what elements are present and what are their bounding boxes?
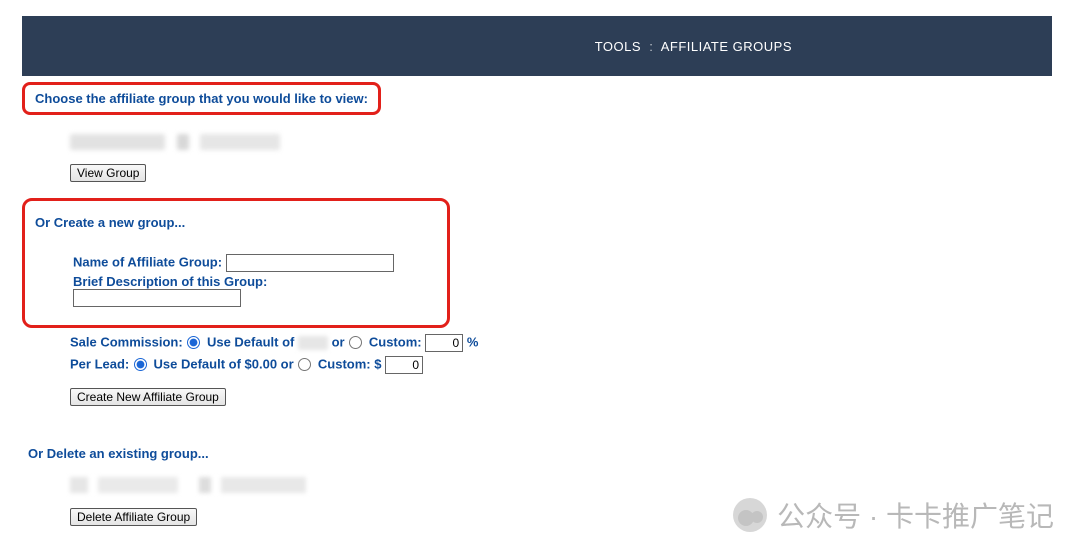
- redacted-del-4: [221, 477, 306, 493]
- lead-custom-input[interactable]: [385, 356, 423, 374]
- redacted-spacer: [177, 134, 189, 150]
- desc-row: Brief Description of this Group:: [73, 274, 437, 307]
- view-group-button[interactable]: View Group: [70, 164, 146, 182]
- delete-group-button[interactable]: Delete Affiliate Group: [70, 508, 197, 526]
- sale-custom-radio[interactable]: [349, 336, 362, 349]
- sale-default-prefix: Use Default of: [207, 334, 294, 349]
- lead-default-text: Use Default of $0.00 or: [154, 356, 294, 371]
- view-group-select-row: [70, 133, 1074, 150]
- sale-default-value-redacted: [298, 336, 328, 350]
- breadcrumb-tools[interactable]: TOOLS: [595, 39, 641, 54]
- lead-default-radio[interactable]: [134, 358, 147, 371]
- commission-block: Sale Commission: Use Default of or Custo…: [70, 334, 1074, 406]
- redacted-del-1[interactable]: [70, 477, 88, 493]
- redacted-del-3: [199, 477, 211, 493]
- create-group-button[interactable]: Create New Affiliate Group: [70, 388, 226, 406]
- view-group-heading: Choose the affiliate group that you woul…: [35, 91, 368, 106]
- delete-group-select-row: [70, 477, 1074, 496]
- sale-custom-input[interactable]: [425, 334, 463, 352]
- desc-input[interactable]: [73, 289, 241, 307]
- lead-custom-label: Custom: $: [318, 356, 382, 371]
- breadcrumb-separator: :: [645, 39, 657, 54]
- desc-label: Brief Description of this Group:: [73, 274, 267, 289]
- breadcrumb-affiliate-groups: AFFILIATE GROUPS: [661, 39, 792, 54]
- name-row: Name of Affiliate Group:: [73, 254, 437, 272]
- delete-group-heading: Or Delete an existing group...: [28, 446, 1074, 461]
- redacted-del-2: [98, 477, 178, 493]
- sale-commission-label: Sale Commission:: [70, 334, 183, 349]
- name-input[interactable]: [226, 254, 394, 272]
- lead-label: Per Lead:: [70, 356, 129, 371]
- create-group-box: Or Create a new group... Name of Affilia…: [22, 198, 450, 328]
- header-bar: TOOLS : AFFILIATE GROUPS: [22, 16, 1052, 76]
- sale-custom-label: Custom:: [369, 334, 422, 349]
- sale-percent: %: [467, 334, 479, 349]
- view-group-heading-box: Choose the affiliate group that you woul…: [22, 82, 381, 115]
- name-label: Name of Affiliate Group:: [73, 254, 222, 269]
- lead-custom-radio[interactable]: [298, 358, 311, 371]
- breadcrumb: TOOLS : AFFILIATE GROUPS: [595, 39, 792, 54]
- sale-or: or: [332, 334, 345, 349]
- redacted-group-info: [200, 134, 280, 150]
- redacted-group-select[interactable]: [70, 134, 165, 150]
- sale-default-radio[interactable]: [187, 336, 200, 349]
- create-group-heading: Or Create a new group...: [35, 215, 437, 230]
